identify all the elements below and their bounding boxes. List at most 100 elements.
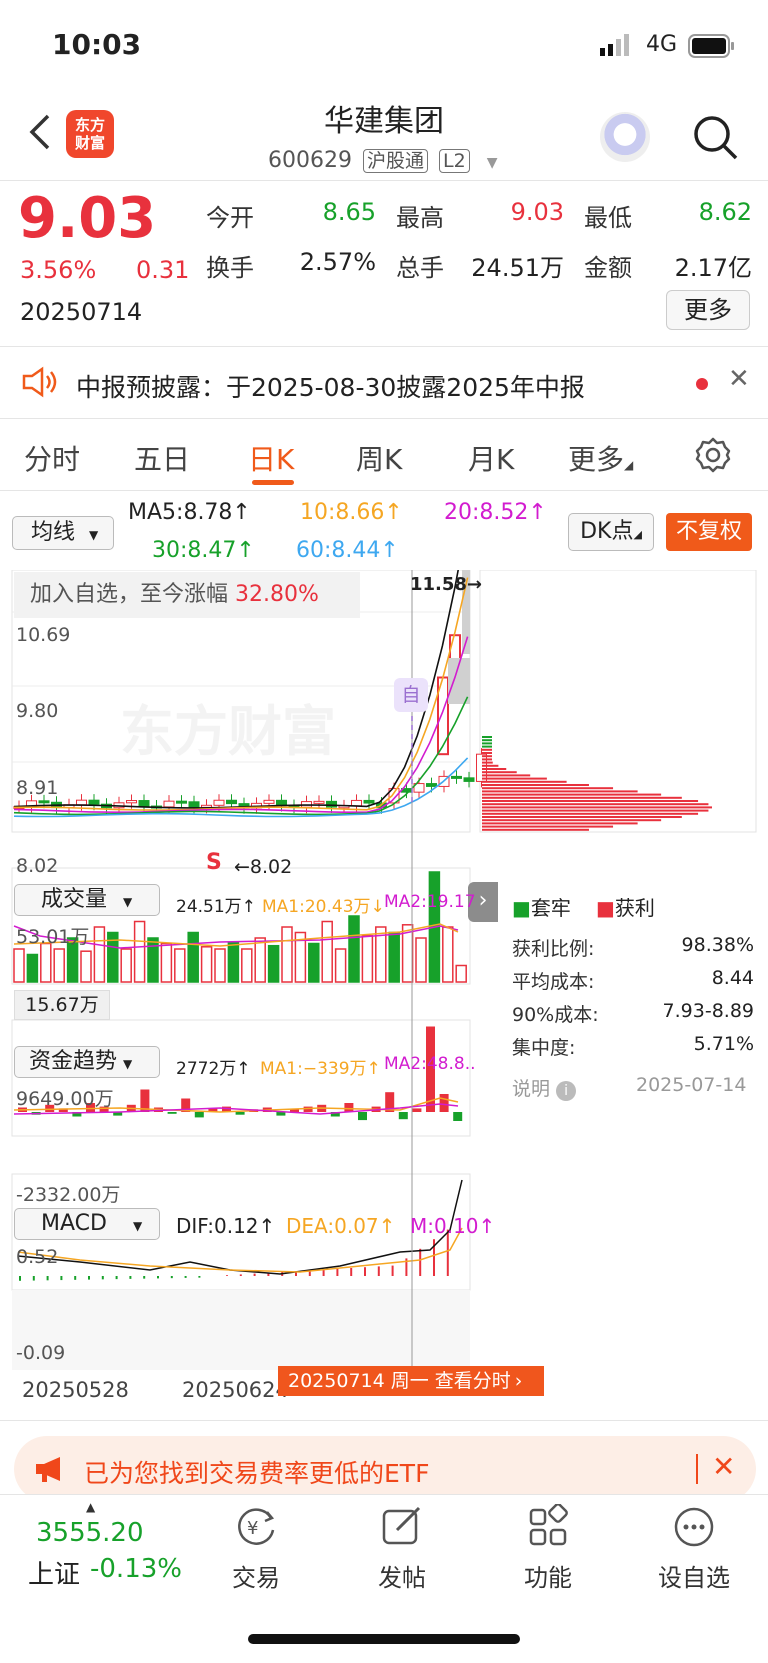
amount-value: 2.17亿 (674, 254, 752, 282)
sell-signal[interactable]: S (206, 850, 222, 875)
etf-close-button[interactable]: ✕ (712, 1450, 735, 1483)
tab-5day[interactable]: 五日 (134, 438, 190, 478)
hgt-tag: 沪股通 (362, 149, 428, 173)
ma10-value: 10:8.66↑ (300, 500, 403, 525)
volume-ma2: MA2:19.17... (384, 892, 476, 912)
chip-bar (482, 800, 699, 802)
battery-icon (688, 34, 736, 62)
candle-body (138, 800, 150, 807)
kline-chart[interactable]: 东方财富 (0, 570, 768, 1426)
chip-bar (482, 764, 499, 767)
chip-bar (482, 796, 682, 799)
fund-bar (398, 1112, 408, 1120)
indicator-select-label: 均线 (31, 520, 76, 545)
date-tooltip-text: 20250714 周一 查看分时 (288, 1370, 511, 1392)
legend-swatch: ■ (596, 896, 615, 920)
nav-functions[interactable]: 功能 (498, 1503, 598, 1593)
candle-body (363, 799, 375, 804)
megaphone-icon (34, 1456, 66, 1486)
volume-bar (254, 937, 266, 983)
candle-body (351, 799, 362, 807)
legend-swatch: ■ (512, 896, 531, 920)
info-icon: i (556, 1081, 577, 1101)
chevron-left-icon (29, 114, 50, 150)
tab-week-k[interactable]: 周K (356, 438, 402, 478)
nav-add-watch[interactable]: 设自选 (644, 1504, 744, 1593)
chip-stat-label: 获利比例: (512, 938, 595, 960)
more-quote-button[interactable]: 更多 (666, 290, 750, 330)
chip-bar (482, 825, 614, 828)
stock-code-row[interactable]: 600629 沪股通 L2 ▼ (268, 146, 497, 173)
fund-bar (453, 1112, 463, 1121)
nav-trade[interactable]: ¥ 交易 (206, 1504, 306, 1593)
chip-bar (482, 755, 492, 758)
search-button[interactable] (692, 114, 738, 164)
tab-day-k[interactable]: 日K (248, 438, 294, 478)
chip-info-link[interactable]: 说明 i (512, 1074, 577, 1101)
indicator-select[interactable]: 均线 ▼ (12, 516, 114, 550)
macd-axis-top: 0.52 (16, 1246, 59, 1268)
settings-button[interactable] (694, 436, 732, 478)
watch-banner[interactable]: 加入自选，至今涨幅 32.80% (14, 572, 360, 618)
turnover-label: 换手 (206, 254, 254, 282)
divider (696, 1454, 698, 1484)
turnover-value: 2.57% (299, 248, 376, 276)
volume-bar (200, 946, 213, 983)
candle-body (163, 800, 175, 808)
volume-bar (281, 926, 293, 983)
chip-bar (482, 812, 699, 815)
price-axis-label: 8.91 (16, 777, 59, 799)
watch-gain: 32.80% (235, 582, 319, 607)
tab-intraday[interactable]: 分时 (24, 438, 80, 478)
assistant-avatar[interactable] (600, 112, 650, 162)
tab-more[interactable]: 更多◢ (568, 438, 633, 478)
chip-stat-value: 7.93-8.89 (662, 1000, 754, 1022)
tab-month-k[interactable]: 月K (468, 438, 514, 478)
fund-select[interactable]: 资金趋势 ▼ (14, 1046, 160, 1078)
volume-bar (40, 942, 52, 983)
candle-body (176, 800, 187, 804)
watch-point-tag[interactable]: 自 (394, 678, 428, 712)
volume-bar (442, 926, 454, 983)
chip-bar (482, 793, 662, 796)
fund-ma2: MA2:48.8... (384, 1054, 476, 1074)
active-tab-indicator (252, 480, 294, 485)
macd-select[interactable]: MACD ▼ (14, 1208, 160, 1240)
fund-value: 2772万↑ (176, 1059, 251, 1079)
dropdown-icon: ▼ (486, 155, 498, 171)
open-label: 今开 (206, 204, 254, 232)
unread-dot (696, 378, 708, 390)
macd-dea: DEA:0.07↑ (286, 1214, 396, 1238)
l2-tag: L2 (439, 149, 470, 173)
chip-legend-profit: ■获利 (596, 892, 655, 921)
divider (0, 418, 768, 419)
current-price: 9.03 (18, 186, 157, 251)
volume-cursor-label: 15.67万 (14, 990, 110, 1020)
dk-point-button[interactable]: DK点◢ (568, 513, 654, 551)
volume-select[interactable]: 成交量 ▼ (14, 884, 160, 916)
candle-body (476, 753, 487, 782)
signal-icon (600, 34, 636, 60)
chip-bar (482, 809, 709, 812)
volume-bar (133, 920, 146, 983)
volume-bar (388, 931, 400, 983)
adjust-mode-button[interactable]: 不复权 (666, 513, 752, 551)
volume-bar (348, 915, 360, 983)
high-value: 9.03 (510, 198, 564, 226)
etf-banner-text[interactable]: 已为您找到交易费率更低的ETF (84, 1454, 429, 1490)
corner-arrow-icon: ◢ (633, 528, 642, 541)
notice-text[interactable]: 中报预披露：于2025-08-30披露2025年中报 (76, 368, 585, 404)
index-value[interactable]: 3555.20 (36, 1518, 144, 1548)
chip-bar (482, 819, 662, 822)
fund-select-label: 资金趋势 (29, 1049, 118, 1074)
volume-bar (13, 948, 25, 983)
nav-post[interactable]: 发帖 (352, 1504, 452, 1593)
back-button[interactable] (26, 112, 52, 152)
date-tooltip[interactable]: 20250714 周一 查看分时 › (278, 1366, 544, 1396)
chip-stat-value: 8.44 (711, 967, 754, 989)
divider (0, 346, 768, 347)
notice-close-button[interactable]: ✕ (728, 364, 750, 394)
expand-up-icon[interactable]: ▲ (86, 1500, 95, 1514)
volume-bar (455, 964, 467, 983)
volume-bar (267, 944, 280, 983)
